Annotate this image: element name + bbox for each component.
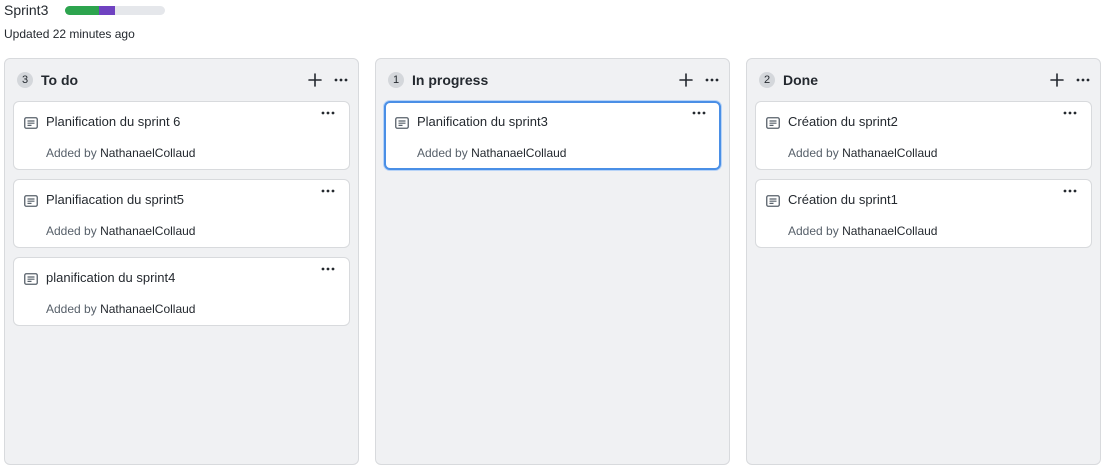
note-icon	[395, 116, 409, 134]
card-author[interactable]: NathanaelCollaud	[471, 146, 566, 160]
card-list: Planification du sprint 6 Added by Natha…	[5, 101, 358, 326]
card-author[interactable]: NathanaelCollaud	[100, 224, 195, 238]
note-card[interactable]: planification du sprint4 Added by Nathan…	[13, 257, 350, 326]
kebab-horizontal-icon[interactable]	[321, 111, 335, 115]
kebab-horizontal-icon[interactable]	[321, 189, 335, 193]
card-meta: Added by NathanaelCollaud	[788, 146, 937, 160]
column-card-count: 2	[759, 72, 775, 88]
card-meta: Added by NathanaelCollaud	[788, 224, 937, 238]
kebab-horizontal-icon[interactable]	[321, 267, 335, 271]
plus-icon[interactable]	[1050, 73, 1064, 87]
plus-icon[interactable]	[308, 73, 322, 87]
progress-segment-in-progress	[99, 5, 116, 15]
plus-icon[interactable]	[679, 73, 693, 87]
column-actions	[679, 73, 729, 87]
added-by-label: Added by	[788, 224, 839, 238]
column-card-count: 1	[388, 72, 404, 88]
note-card[interactable]: Planification du sprint3 Added by Nathan…	[384, 101, 721, 170]
note-icon	[24, 116, 38, 134]
column-in-progress: 1 In progress Planification du sprint3 A…	[375, 58, 730, 465]
card-author[interactable]: NathanaelCollaud	[842, 146, 937, 160]
note-icon	[24, 194, 38, 212]
updated-timestamp: Updated 22 minutes ago	[4, 27, 135, 41]
added-by-label: Added by	[417, 146, 468, 160]
note-card[interactable]: Planification du sprint 6 Added by Natha…	[13, 101, 350, 170]
progress-bar	[65, 5, 166, 15]
kebab-horizontal-icon[interactable]	[1063, 189, 1077, 193]
column-done: 2 Done Création du sprint2 Added by Nath…	[746, 58, 1101, 465]
column-card-count: 3	[17, 72, 33, 88]
card-title: Planifiacation du sprint5	[46, 192, 185, 207]
column-title: In progress	[412, 72, 489, 88]
card-title: Planification du sprint3	[417, 114, 548, 129]
card-meta: Added by NathanaelCollaud	[46, 146, 195, 160]
kebab-horizontal-icon[interactable]	[1063, 111, 1077, 115]
note-icon	[24, 272, 38, 290]
added-by-label: Added by	[46, 146, 97, 160]
project-board: 3 To do Planification du sprint 6 Added …	[4, 58, 1101, 465]
note-card[interactable]: Planifiacation du sprint5 Added by Natha…	[13, 179, 350, 248]
card-title: Création du sprint1	[788, 192, 898, 207]
project-title: Sprint3	[4, 2, 49, 18]
added-by-label: Added by	[788, 146, 839, 160]
kebab-horizontal-icon[interactable]	[334, 78, 348, 82]
column-title: Done	[783, 72, 818, 88]
card-title: Création du sprint2	[788, 114, 898, 129]
added-by-label: Added by	[46, 302, 97, 316]
note-icon	[766, 194, 780, 212]
kebab-horizontal-icon[interactable]	[705, 78, 719, 82]
title-row: Sprint3	[4, 0, 166, 20]
progress-segment-done	[65, 5, 100, 15]
card-author[interactable]: NathanaelCollaud	[100, 302, 195, 316]
column-to-do: 3 To do Planification du sprint 6 Added …	[4, 58, 359, 465]
column-header: 2 Done	[747, 59, 1100, 101]
card-title: Planification du sprint 6	[46, 114, 181, 129]
column-header: 1 In progress	[376, 59, 729, 101]
card-list: Planification du sprint3 Added by Nathan…	[376, 101, 729, 170]
card-author[interactable]: NathanaelCollaud	[100, 146, 195, 160]
column-header: 3 To do	[5, 59, 358, 101]
kebab-horizontal-icon[interactable]	[692, 111, 706, 115]
note-card[interactable]: Création du sprint2 Added by NathanaelCo…	[755, 101, 1092, 170]
project-header: Sprint3 Updated 22 minutes ago	[4, 0, 166, 41]
kebab-horizontal-icon[interactable]	[1076, 78, 1090, 82]
card-author[interactable]: NathanaelCollaud	[842, 224, 937, 238]
card-meta: Added by NathanaelCollaud	[417, 146, 566, 160]
note-icon	[766, 116, 780, 134]
card-title: planification du sprint4	[46, 270, 176, 285]
card-meta: Added by NathanaelCollaud	[46, 302, 195, 316]
column-actions	[1050, 73, 1100, 87]
card-list: Création du sprint2 Added by NathanaelCo…	[747, 101, 1100, 248]
card-meta: Added by NathanaelCollaud	[46, 224, 195, 238]
column-title: To do	[41, 72, 79, 88]
added-by-label: Added by	[46, 224, 97, 238]
column-actions	[308, 73, 358, 87]
note-card[interactable]: Création du sprint1 Added by NathanaelCo…	[755, 179, 1092, 248]
